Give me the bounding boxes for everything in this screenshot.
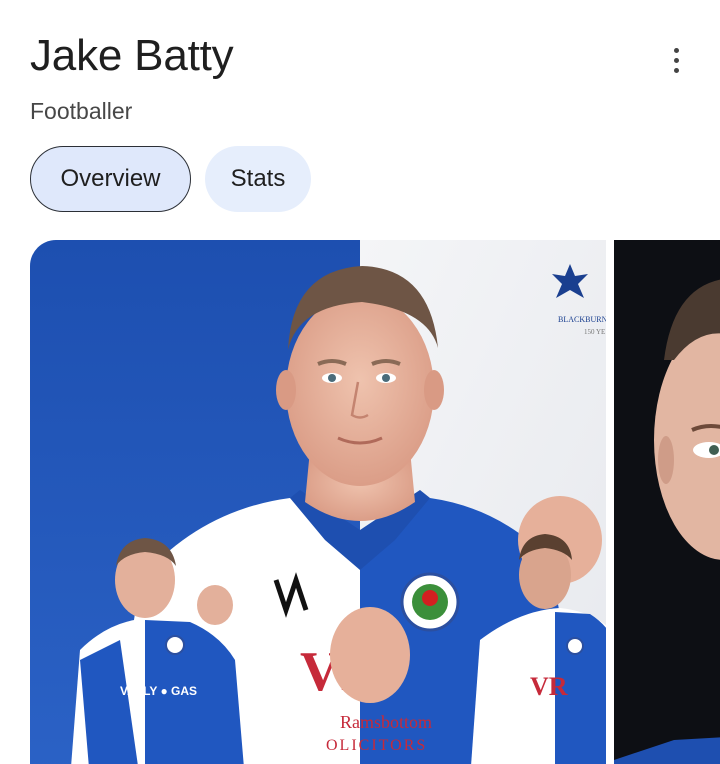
player-photo-2: [614, 240, 720, 764]
small-sponsor-text: VR: [530, 672, 568, 701]
more-vert-icon: [673, 47, 679, 53]
tab-stats[interactable]: Stats: [205, 146, 311, 212]
page-title: Jake Batty: [30, 31, 234, 80]
tab-bar: Overview Stats: [30, 146, 311, 212]
sponsor-subtext: Ramsbottom: [340, 712, 432, 732]
svg-text:VALLY ● GAS: VALLY ● GAS: [120, 684, 197, 698]
crest-year: 150 YE: [584, 328, 605, 336]
sponsor-subtext-2: OLICITORS: [326, 737, 427, 754]
crest-text: BLACKBURN: [558, 315, 606, 324]
tab-overview[interactable]: Overview: [30, 146, 191, 212]
page-subtitle: Footballer: [30, 98, 133, 124]
player-image-secondary[interactable]: [614, 240, 720, 764]
more-options-button[interactable]: [656, 38, 696, 82]
player-image-main[interactable]: BLACKBURN 150 YE Ramsbottom OLICITORS VA…: [30, 240, 606, 764]
player-photo: BLACKBURN 150 YE Ramsbottom OLICITORS VA…: [30, 240, 606, 764]
knowledge-panel: Jake Batty Footballer Overview Stats BLA…: [0, 0, 720, 764]
